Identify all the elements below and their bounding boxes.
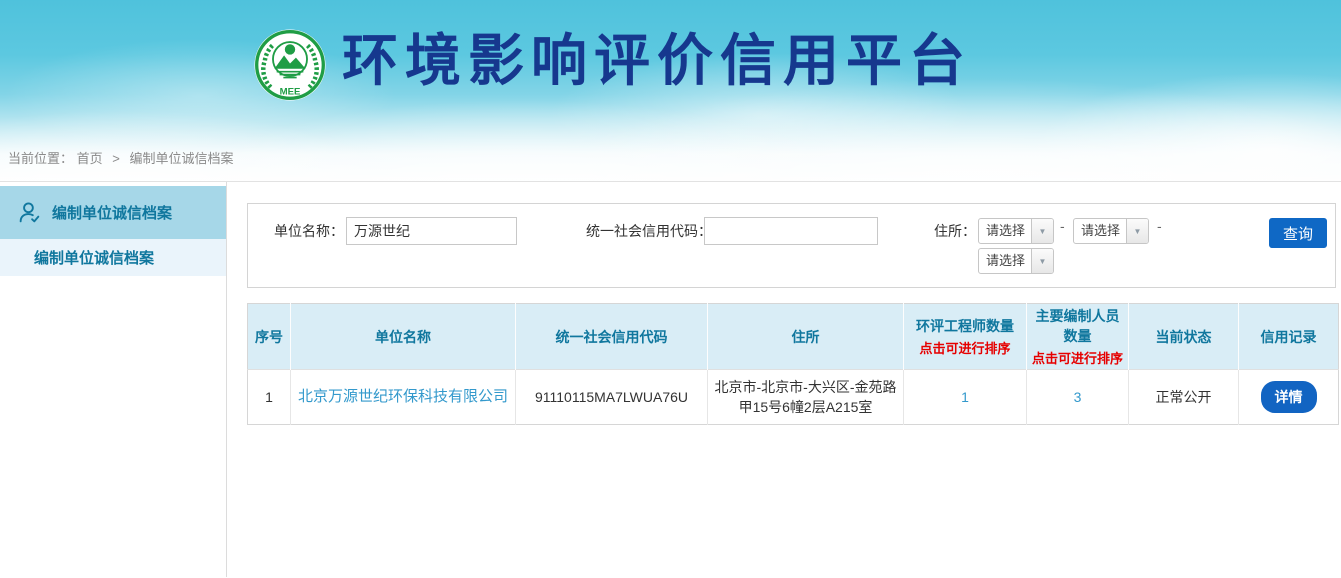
address-dash: - [1157,218,1162,234]
col-status: 当前状态 [1129,304,1239,370]
col-staff-count-sortable[interactable]: 主要编制人员数量 点击可进行排序 [1027,304,1129,370]
city-select[interactable]: 请选择 ▼ [1073,218,1149,244]
col-index: 序号 [248,304,291,370]
cell-credit-record: 详情 [1239,370,1339,425]
address-label: 住所： [934,217,976,245]
company-name-input[interactable] [346,217,517,245]
sidebar-item-credit-archive[interactable]: 编制单位诚信档案 [0,186,226,239]
address-dash: - [1060,218,1065,234]
cell-staff-count: 3 [1027,370,1129,425]
sidebar-subitem-label: 编制单位诚信档案 [34,247,154,268]
col-staff-count-title: 主要编制人员数量 [1031,306,1124,346]
chevron-down-icon[interactable]: ▼ [1031,219,1053,243]
city-select-value: 请选择 [1074,219,1126,243]
breadcrumb-prefix: 当前位置： [8,151,73,166]
company-name-label: 单位名称： [274,217,344,245]
logo-mee-text: MEE [280,87,301,98]
col-engineer-count-title: 环评工程师数量 [908,316,1022,336]
table-row: 1 北京万源世纪环保科技有限公司 91110115MA7LWUA76U 北京市-… [248,370,1339,425]
site-title: 环境影响评价信用平台 [342,30,972,92]
breadcrumb: 当前位置： 首页 > 编制单位诚信档案 [8,148,234,167]
cell-company: 北京万源世纪环保科技有限公司 [291,370,516,425]
cell-address: 北京市-北京市-大兴区-金苑路甲15号6幢2层A215室 [708,370,904,425]
results-table: 序号 单位名称 统一社会信用代码 住所 环评工程师数量 点击可进行排序 主要编制… [247,303,1339,425]
query-button[interactable]: 查询 [1269,218,1327,248]
sidebar-subitem-credit-archive[interactable]: 编制单位诚信档案 [0,239,226,276]
mee-logo-icon: MEE [253,28,327,102]
sidebar-item-label: 编制单位诚信档案 [52,202,172,223]
col-engineer-count-sortable[interactable]: 环评工程师数量 点击可进行排序 [904,304,1027,370]
table-header-row: 序号 单位名称 统一社会信用代码 住所 环评工程师数量 点击可进行排序 主要编制… [248,304,1339,370]
credit-code-input[interactable] [704,217,878,245]
col-company: 单位名称 [291,304,516,370]
breadcrumb-current: 编制单位诚信档案 [130,151,234,166]
engineer-count-link[interactable]: 1 [961,389,969,405]
breadcrumb-home-link[interactable]: 首页 [77,151,103,166]
col-credit-code: 统一社会信用代码 [516,304,708,370]
credit-code-label: 统一社会信用代码： [586,217,712,245]
chevron-down-icon[interactable]: ▼ [1126,219,1148,243]
detail-button[interactable]: 详情 [1261,381,1317,413]
site-header: MEE 环境影响评价信用平台 当前位置： 首页 > 编制单位诚信档案 [0,0,1341,182]
col-address: 住所 [708,304,904,370]
staff-count-link[interactable]: 3 [1074,389,1082,405]
search-panel: 单位名称： 统一社会信用代码： 住所： 请选择 ▼ - 请选择 ▼ - 请选择 … [247,203,1336,288]
sidebar: 编制单位诚信档案 编制单位诚信档案 [0,182,227,577]
cell-status: 正常公开 [1129,370,1239,425]
main-area: 编制单位诚信档案 编制单位诚信档案 单位名称： 统一社会信用代码： 住所： 请选… [0,182,1341,577]
sort-hint: 点击可进行排序 [908,338,1022,357]
cell-index: 1 [248,370,291,425]
col-credit-record: 信用记录 [1239,304,1339,370]
company-link[interactable]: 北京万源世纪环保科技有限公司 [298,388,508,405]
content-area: 单位名称： 统一社会信用代码： 住所： 请选择 ▼ - 请选择 ▼ - 请选择 … [227,182,1341,577]
sort-hint: 点击可进行排序 [1031,348,1124,367]
district-select-value: 请选择 [979,249,1031,273]
cell-credit-code: 91110115MA7LWUA76U [516,370,708,425]
province-select-value: 请选择 [979,219,1031,243]
cell-engineer-count: 1 [904,370,1027,425]
page: MEE 环境影响评价信用平台 当前位置： 首页 > 编制单位诚信档案 编制单位诚… [0,0,1341,578]
province-select[interactable]: 请选择 ▼ [978,218,1054,244]
district-select[interactable]: 请选择 ▼ [978,248,1054,274]
user-check-icon [17,200,42,225]
chevron-down-icon[interactable]: ▼ [1031,249,1053,273]
breadcrumb-separator: > [112,151,120,166]
